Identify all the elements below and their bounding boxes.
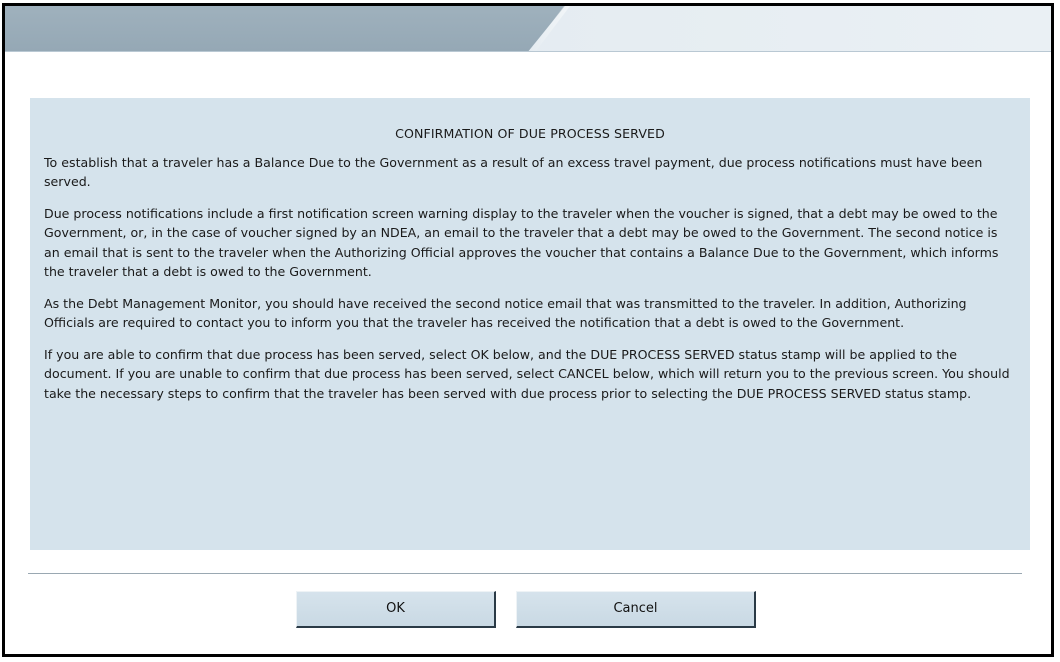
dialog-header-tab (5, 6, 565, 51)
paragraph-balance-due: To establish that a traveler has a Balan… (44, 154, 983, 190)
due-process-dialog: CONFIRMATION OF DUE PROCESS SERVED To es… (2, 3, 1054, 657)
message-panel: CONFIRMATION OF DUE PROCESS SERVED To es… (30, 98, 1030, 550)
dialog-title: CONFIRMATION OF DUE PROCESS SERVED (395, 126, 665, 141)
paragraph-confirm-instructions: If you are able to confirm that due proc… (44, 346, 1010, 401)
cancel-button[interactable]: Cancel (516, 591, 756, 628)
paragraph-debt-monitor: As the Debt Management Monitor, you shou… (44, 295, 967, 331)
paragraph-notifications: Due process notifications include a firs… (44, 205, 999, 280)
ok-button[interactable]: OK (296, 591, 496, 628)
dialog-header-bar (5, 6, 1051, 52)
button-separator (28, 573, 1022, 574)
